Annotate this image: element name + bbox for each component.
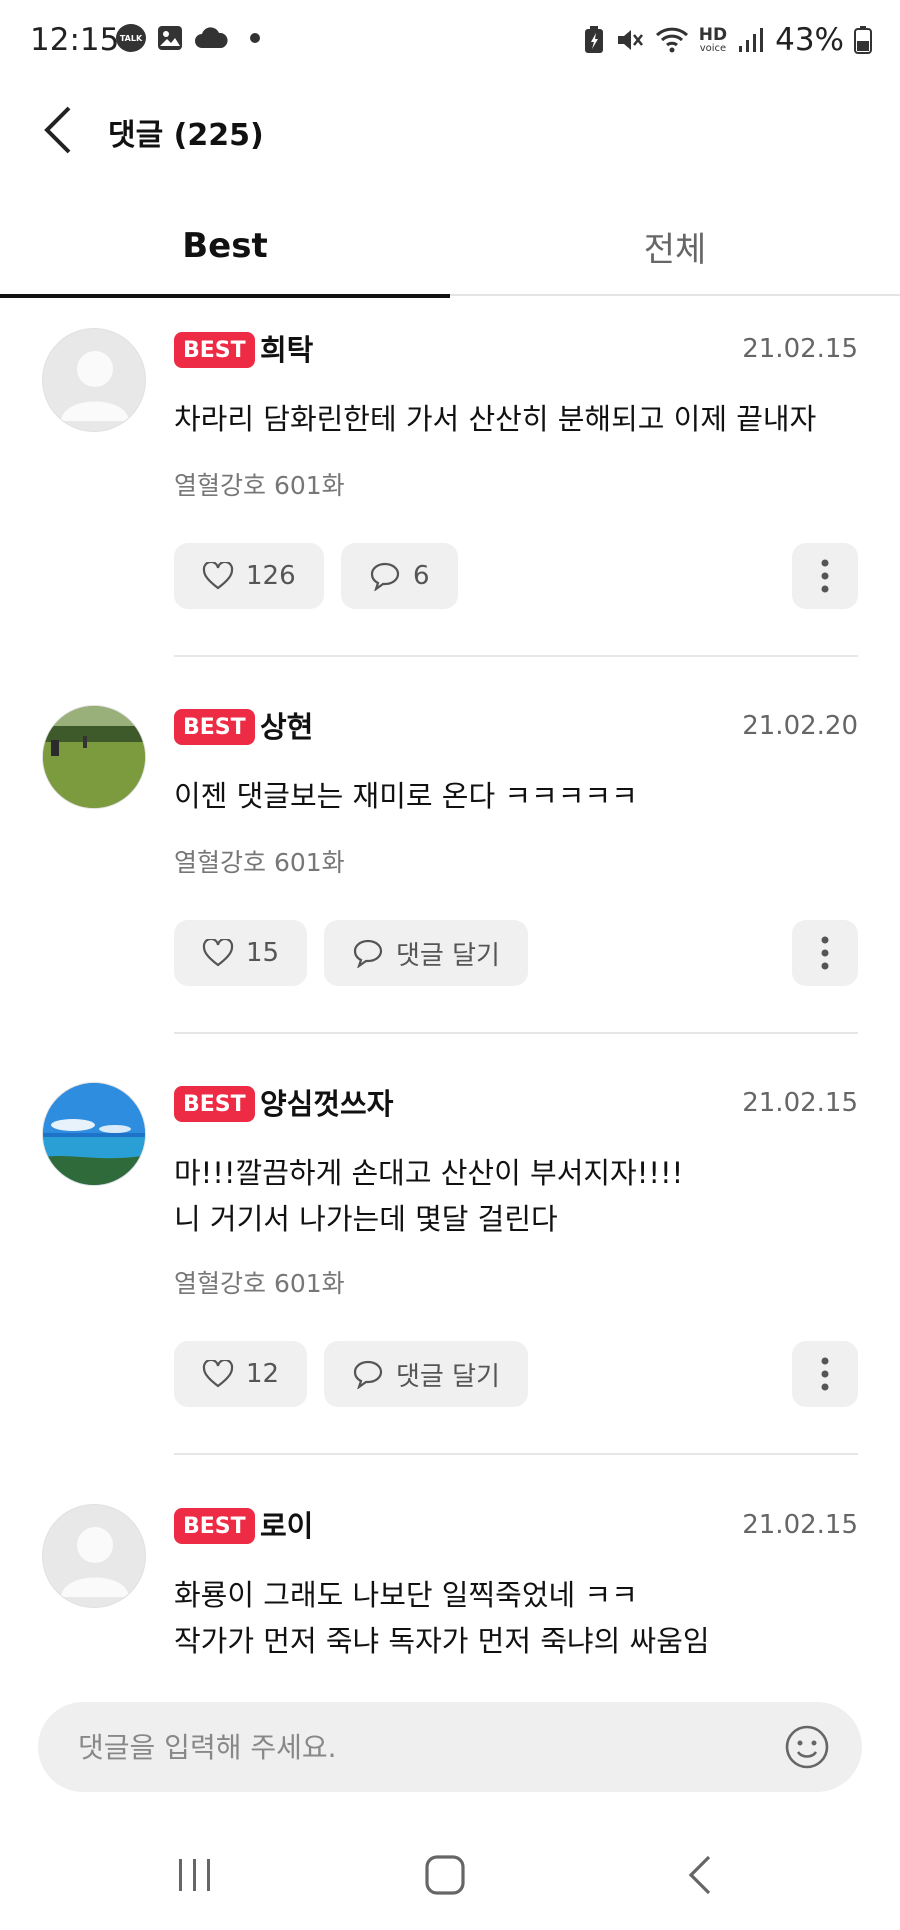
- emoji-icon[interactable]: [782, 1722, 832, 1772]
- home-button[interactable]: [405, 1840, 485, 1910]
- comment-text: 마!!!깔끔하게 손대고 산산이 부서지자!!!! 니 거기서 나가는데 몇달 …: [174, 1156, 684, 1236]
- kakaotalk-icon: TALK: [116, 24, 146, 52]
- reply-label: 댓글 달기: [396, 940, 500, 971]
- back-nav-button[interactable]: [660, 1840, 740, 1910]
- kebab-menu-icon: [821, 1357, 829, 1391]
- like-button[interactable]: 12: [174, 1341, 308, 1407]
- comment-actions: 15 댓글 달기: [174, 920, 858, 986]
- comment-input-bar: [38, 1702, 862, 1792]
- comment-date: 21.02.15: [742, 334, 858, 364]
- system-icons: HD voice 43%: [583, 22, 872, 58]
- best-badge: BEST: [174, 332, 255, 368]
- field-photo-avatar: [43, 706, 145, 808]
- divider: [174, 655, 858, 657]
- comment-input[interactable]: [78, 1702, 718, 1792]
- comment-username[interactable]: 상현: [260, 709, 313, 745]
- battery-icon: [854, 26, 872, 54]
- like-button[interactable]: 15: [174, 920, 308, 986]
- comment-text: 차라리 담화린한테 가서 산산히 분해되고 이제 끝내자: [174, 402, 817, 436]
- notification-icons: TALK: [116, 24, 260, 52]
- battery-saver-icon: [584, 26, 603, 53]
- heart-icon: [202, 562, 234, 590]
- sea-photo-avatar: [43, 1083, 145, 1185]
- kebab-menu-icon: [821, 936, 829, 970]
- status-time: 12:15: [30, 22, 120, 58]
- comment-text: 화룡이 그래도 나보단 일찍죽었네 ㅋㅋ 작가가 먼저 죽냐 독자가 먼저 죽냐…: [174, 1578, 710, 1658]
- comment-actions: 12 댓글 달기: [174, 1341, 858, 1407]
- comment-username[interactable]: 로이: [260, 1508, 313, 1544]
- page-title: 댓글 (225): [108, 118, 264, 153]
- heart-icon: [202, 1360, 234, 1388]
- wifi-icon: [655, 27, 688, 53]
- heart-icon: [202, 939, 234, 967]
- comment-meta: BEST 로이 21.02.15: [174, 1508, 858, 1548]
- comment-username[interactable]: 양심껏쓰자: [260, 1086, 393, 1122]
- gallery-icon: [158, 26, 182, 50]
- comment-username[interactable]: 희탁: [260, 332, 313, 368]
- back-arrow-icon: [44, 106, 71, 154]
- default-avatar-icon: [61, 351, 129, 421]
- comment-meta: BEST 양심껏쓰자 21.02.15: [174, 1086, 858, 1126]
- divider: [174, 1453, 858, 1455]
- comment-actions: 126 6: [174, 543, 858, 609]
- comment-episode[interactable]: 열혈강호 601화: [174, 1264, 345, 1300]
- hd-voice-icon: HD voice: [698, 24, 728, 54]
- speech-bubble-icon: [370, 562, 400, 591]
- comment-date: 21.02.15: [742, 1510, 858, 1540]
- like-count: 15: [246, 938, 280, 968]
- cloud-icon: [195, 27, 228, 48]
- best-badge: BEST: [174, 1508, 255, 1544]
- best-badge: BEST: [174, 709, 255, 745]
- more-options-button[interactable]: [792, 1341, 858, 1407]
- comment-date: 21.02.20: [742, 711, 858, 741]
- best-badge: BEST: [174, 1086, 255, 1122]
- back-button[interactable]: [30, 102, 86, 158]
- reply-button[interactable]: 댓글 달기: [324, 1341, 528, 1407]
- comment-date: 21.02.15: [742, 1088, 858, 1118]
- reply-count: 6: [413, 561, 430, 591]
- comment-episode[interactable]: 열혈강호 601화: [174, 466, 345, 502]
- reply-button[interactable]: 댓글 달기: [324, 920, 528, 986]
- speech-bubble-icon: [353, 1360, 383, 1389]
- avatar[interactable]: [42, 1504, 146, 1608]
- default-avatar-icon: [61, 1527, 129, 1597]
- divider: [174, 1032, 858, 1034]
- like-button[interactable]: 126: [174, 543, 324, 609]
- speech-bubble-icon: [353, 939, 383, 968]
- recent-apps-icon: [179, 1859, 210, 1891]
- like-count: 126: [246, 561, 296, 591]
- comment-tabs: Best 전체: [0, 196, 900, 298]
- hd-label: HD: [698, 24, 728, 45]
- app-header: 댓글 (225): [0, 80, 900, 180]
- recent-apps-button[interactable]: [155, 1840, 235, 1910]
- more-notifications-dot-icon: [250, 33, 260, 43]
- avatar[interactable]: [42, 1082, 146, 1186]
- battery-percent: 43%: [775, 22, 844, 58]
- comment-episode[interactable]: 열혈강호 601화: [174, 843, 345, 879]
- avatar[interactable]: [42, 328, 146, 432]
- more-options-button[interactable]: [792, 543, 858, 609]
- comment-text: 이젠 댓글보는 재미로 온다 ㅋㅋㅋㅋㅋ: [174, 779, 638, 813]
- kebab-menu-icon: [821, 559, 829, 593]
- mute-icon: [617, 30, 643, 50]
- voice-label: voice: [699, 42, 727, 54]
- tab-all[interactable]: 전체: [450, 196, 900, 296]
- signal-icon: [739, 28, 764, 52]
- avatar[interactable]: [42, 705, 146, 809]
- tab-best[interactable]: Best: [0, 196, 450, 298]
- comment-meta: BEST 상현 21.02.20: [174, 709, 858, 749]
- like-count: 12: [246, 1359, 280, 1389]
- reply-label: 댓글 달기: [396, 1361, 500, 1392]
- reply-button[interactable]: 6: [341, 543, 458, 609]
- home-icon: [425, 1855, 465, 1895]
- system-nav-bar: [0, 1820, 900, 1930]
- back-nav-icon: [688, 1855, 711, 1895]
- more-options-button[interactable]: [792, 920, 858, 986]
- comment-meta: BEST 희탁 21.02.15: [174, 332, 858, 372]
- status-bar: 12:15 TALK HD voice 43%: [0, 0, 900, 80]
